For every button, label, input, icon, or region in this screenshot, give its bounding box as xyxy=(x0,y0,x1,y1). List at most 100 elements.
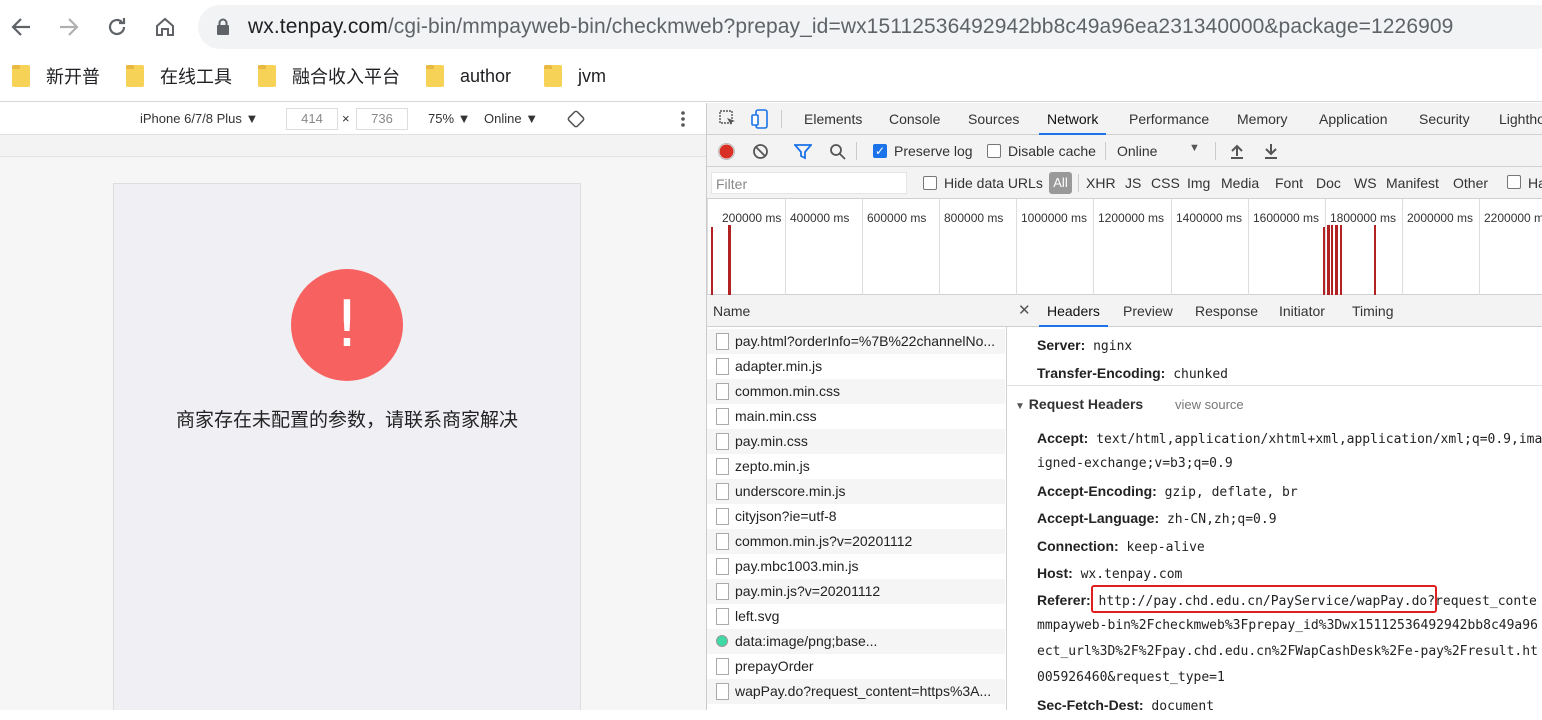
tab-timing[interactable]: Timing xyxy=(1352,295,1394,327)
request-row[interactable]: wapPay.do?request_content=https%3A... xyxy=(707,679,1005,704)
request-row[interactable]: prepayOrder xyxy=(707,654,1005,679)
request-name: pay.min.js?v=20201112 xyxy=(735,583,881,599)
filter-type-manifest[interactable]: Manifest xyxy=(1386,175,1439,191)
has-blocked-cookies-checkbox[interactable] xyxy=(1507,175,1521,189)
collapse-triangle-icon: ▼ xyxy=(1015,401,1025,412)
tab-network[interactable]: Network xyxy=(1039,103,1107,135)
tab-application[interactable]: Application xyxy=(1319,103,1388,135)
request-name: pay.mbc1003.min.js xyxy=(735,558,859,574)
inspect-element-icon[interactable] xyxy=(719,110,737,128)
filter-type-other[interactable]: Other xyxy=(1453,175,1488,191)
disable-cache-checkbox[interactable] xyxy=(987,144,1001,158)
request-row[interactable]: pay.min.css xyxy=(707,429,1005,454)
header-value: wx.tenpay.com xyxy=(1080,567,1183,582)
hide-data-urls-label: Hide data URLs xyxy=(944,175,1043,191)
request-row[interactable]: pay.mbc1003.min.js xyxy=(707,554,1005,579)
bookmark-folder[interactable]: 在线工具 xyxy=(126,56,232,96)
filter-type-ws[interactable]: WS xyxy=(1354,175,1377,191)
filter-type-doc[interactable]: Doc xyxy=(1316,175,1341,191)
request-headers-section[interactable]: ▼ Request Headers xyxy=(1015,396,1143,412)
tab-elements[interactable]: Elements xyxy=(804,103,862,135)
filter-type-js[interactable]: JS xyxy=(1125,175,1141,191)
file-icon xyxy=(716,508,729,525)
header-accept: Accept: text/html,application/xhtml+xml,… xyxy=(1037,425,1542,451)
tab-sources[interactable]: Sources xyxy=(968,103,1019,135)
request-row[interactable]: pay.min.js?v=20201112 xyxy=(707,579,1005,604)
tab-console[interactable]: Console xyxy=(889,103,940,135)
file-icon xyxy=(716,433,729,450)
request-row[interactable]: cityjson?ie=utf-8 xyxy=(707,504,1005,529)
request-detail: ✕ Headers Preview Response Initiator Tim… xyxy=(1007,295,1542,714)
more-options-icon[interactable] xyxy=(680,110,686,128)
request-row[interactable]: main.min.css xyxy=(707,404,1005,429)
error-message: 商家存在未配置的参数，请联系商家解决 xyxy=(175,410,518,431)
back-button[interactable] xyxy=(4,10,38,44)
name-column-header[interactable]: Name xyxy=(707,295,1007,327)
request-row[interactable]: underscore.min.js xyxy=(707,479,1005,504)
header-value: nginx xyxy=(1093,339,1133,354)
disable-cache-label: Disable cache xyxy=(1008,143,1096,159)
request-row[interactable]: adapter.min.js xyxy=(707,354,1005,379)
clear-icon[interactable] xyxy=(752,143,769,160)
bookmark-folder[interactable]: jvm xyxy=(544,56,606,96)
device-width-input[interactable]: 414 xyxy=(286,108,338,130)
filter-type-font[interactable]: Font xyxy=(1275,175,1303,191)
folder-icon xyxy=(12,65,30,87)
device-select[interactable]: iPhone 6/7/8 Plus ▼ xyxy=(140,111,258,126)
filter-type-xhr[interactable]: XHR xyxy=(1086,175,1116,191)
request-row[interactable]: zepto.min.js xyxy=(707,454,1005,479)
file-icon xyxy=(716,608,729,625)
rotate-icon[interactable] xyxy=(567,110,585,128)
throttle-select[interactable]: Online ▼ xyxy=(484,111,538,126)
bookmark-folder[interactable]: 融合收入平台 xyxy=(258,56,400,96)
record-icon[interactable] xyxy=(718,143,735,160)
request-row[interactable]: common.min.css xyxy=(707,379,1005,404)
search-icon[interactable] xyxy=(829,143,846,160)
timeline-bars xyxy=(711,225,1376,295)
tab-headers[interactable]: Headers xyxy=(1039,295,1108,327)
request-row[interactable]: data:image/png;base... xyxy=(707,629,1005,654)
back-arrow-icon xyxy=(11,18,30,36)
request-name: left.svg xyxy=(735,608,780,624)
header-value: zh-CN,zh;q=0.9 xyxy=(1166,512,1277,527)
hide-data-urls-checkbox[interactable] xyxy=(923,176,937,190)
bookmark-folder[interactable]: 新开普 xyxy=(12,56,100,96)
request-list: Name pay.html?orderInfo=%7B%22channelNo.… xyxy=(707,295,1007,710)
home-button[interactable] xyxy=(148,10,182,44)
zoom-select[interactable]: 75% ▼ xyxy=(428,111,471,126)
tab-response[interactable]: Response xyxy=(1195,295,1258,327)
filter-input[interactable]: Filter xyxy=(711,172,907,194)
tab-preview[interactable]: Preview xyxy=(1123,295,1173,327)
tab-performance[interactable]: Performance xyxy=(1129,103,1209,135)
request-row[interactable]: left.svg xyxy=(707,604,1005,629)
filter-type-all[interactable]: All xyxy=(1049,172,1072,194)
tab-initiator[interactable]: Initiator xyxy=(1279,295,1325,327)
header-connection: Connection: keep-alive xyxy=(1037,533,1205,559)
export-har-icon[interactable] xyxy=(1264,143,1278,159)
throttle-select[interactable]: Online xyxy=(1117,143,1157,159)
filter-type-css[interactable]: CSS xyxy=(1151,175,1180,191)
tab-lighthouse[interactable]: Lighthouse xyxy=(1499,103,1542,135)
tab-security[interactable]: Security xyxy=(1419,103,1470,135)
forward-button[interactable] xyxy=(52,10,86,44)
view-source-link[interactable]: view source xyxy=(1175,397,1244,412)
reload-button[interactable] xyxy=(100,10,134,44)
device-toggle-icon[interactable] xyxy=(751,109,769,129)
filter-type-img[interactable]: Img xyxy=(1187,175,1210,191)
filter-icon[interactable] xyxy=(794,143,812,160)
request-row[interactable]: pay.html?orderInfo=%7B%22channelNo... xyxy=(707,329,1005,354)
header-sec-fetch-dest: Sec-Fetch-Dest: document xyxy=(1037,692,1214,718)
device-height-input[interactable]: 736 xyxy=(356,108,408,130)
preserve-log-checkbox[interactable]: ✓ xyxy=(873,144,887,158)
close-icon[interactable]: ✕ xyxy=(1018,301,1031,319)
header-accept-language: Accept-Language: zh-CN,zh;q=0.9 xyxy=(1037,505,1277,531)
import-har-icon[interactable] xyxy=(1230,143,1244,159)
header-key: Sec-Fetch-Dest: xyxy=(1037,697,1144,713)
bookmark-folder[interactable]: author xyxy=(426,56,511,96)
folder-icon xyxy=(126,65,144,87)
address-bar[interactable]: wx.tenpay.com/cgi-bin/mmpayweb-bin/check… xyxy=(198,5,1542,49)
filter-type-media[interactable]: Media xyxy=(1221,175,1259,191)
request-row[interactable]: common.min.js?v=20201112 xyxy=(707,529,1005,554)
network-overview[interactable]: 200000 ms 400000 ms 600000 ms 800000 ms … xyxy=(707,199,1542,295)
tab-memory[interactable]: Memory xyxy=(1237,103,1288,135)
